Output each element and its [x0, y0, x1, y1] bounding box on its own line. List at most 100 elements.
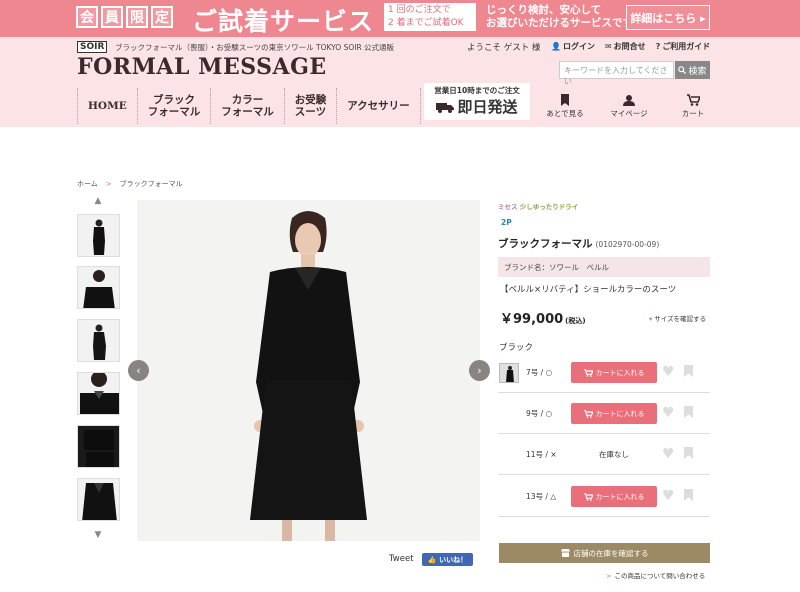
add-to-cart-button[interactable]: カートに入れる — [571, 486, 657, 507]
product-inquiry-label: この商品について問い合わせる — [614, 572, 706, 580]
mypage-label: マイページ — [610, 109, 648, 118]
user-icon: 👤 — [551, 42, 561, 51]
site-header: SOIR ブラックフォーマル（喪服）・お受験スーツの東京ソワール TOKYO S… — [0, 37, 800, 127]
nav-accessory[interactable]: アクセサリー — [336, 88, 421, 124]
bookmark-icon[interactable] — [684, 365, 693, 377]
thumbnail[interactable] — [77, 319, 120, 362]
add-to-cart-button[interactable]: カートに入れる — [571, 403, 657, 424]
shipping-main-text: 即日発送 — [457, 98, 518, 116]
site-title[interactable]: FORMAL MESSAGE — [77, 54, 327, 80]
product-inquiry-link[interactable]: > この商品について問い合わせる — [606, 570, 705, 580]
product-name: ブラックフォーマル (0102970-00-09) — [498, 236, 659, 251]
size-row: 9号 / ○ カートに入れる ♥ — [498, 393, 710, 434]
tweet-button[interactable]: Tweet — [389, 554, 414, 564]
mypage-link[interactable]: マイページ — [604, 94, 654, 119]
size-row: 13号 / △ カートに入れる ♥ — [498, 476, 710, 517]
product-code: (0102970-00-09) — [595, 240, 660, 249]
banner-title: ご試着サービス — [192, 7, 375, 36]
product-thumbnail-side — [93, 324, 106, 360]
breadcrumb-home[interactable]: ホーム — [77, 180, 98, 188]
banner-note-line2: 2 着までご試着OK — [388, 18, 464, 28]
breadcrumb: ホーム > ブラックフォーマル — [77, 179, 183, 189]
main-product-image[interactable] — [137, 200, 480, 541]
shipping-main: 即日発送 — [424, 96, 530, 117]
thumbnail[interactable] — [77, 478, 120, 521]
color-swatch[interactable] — [499, 363, 519, 383]
facebook-like-button[interactable]: 👍 いいね！ — [422, 553, 473, 566]
nav-label: カラー — [231, 94, 264, 106]
product-thumbnail-upper — [83, 270, 115, 308]
login-link[interactable]: 👤 ログイン — [551, 41, 595, 52]
cart-icon — [583, 368, 593, 377]
guide-link[interactable]: ? ご利用ガイド — [656, 41, 711, 52]
product-thumbnail-jacket — [82, 483, 117, 520]
search-icon — [678, 66, 687, 74]
price-value: ￥99,000 — [500, 312, 564, 327]
header-links: 👤 ログイン ✉ お問合せ ? ご利用ガイド — [551, 41, 710, 52]
size-stock: 11号 / × — [526, 450, 557, 459]
tag-2p: 2P — [501, 218, 512, 227]
cart-icon — [583, 409, 593, 418]
nav-label: ブラック — [152, 94, 195, 106]
favorite-heart-icon[interactable]: ♥ — [662, 488, 675, 504]
chevron-right-icon: > — [606, 572, 612, 580]
bookmark-icon[interactable] — [684, 489, 693, 501]
size-stock: 9号 / ○ — [526, 409, 553, 418]
swatch-image — [506, 366, 514, 382]
breadcrumb-current[interactable]: ブラックフォーマル — [120, 180, 183, 188]
add-to-cart-label: カートに入れる — [595, 368, 645, 377]
bookmark-icon[interactable] — [684, 447, 693, 459]
nav-label: アクセサリー — [347, 100, 410, 112]
banner-msg-line1: じっくり検討、安心して — [486, 4, 602, 16]
cart-icon — [686, 94, 701, 106]
contact-link[interactable]: ✉ お問合せ — [605, 41, 646, 52]
favorite-heart-icon[interactable]: ♥ — [662, 405, 675, 421]
size-check-link[interactable]: ▾ サイズを確認する — [649, 313, 706, 323]
product-thumbnail-full — [93, 219, 105, 255]
thumbnail-up-arrow[interactable]: ▲ — [91, 196, 105, 206]
thumbnail[interactable] — [77, 214, 120, 257]
tax-label: (税込) — [565, 317, 586, 325]
prev-image-button[interactable]: ‹ — [128, 360, 149, 381]
banner-msg-line2: お選びいただけるサービスです — [486, 17, 633, 29]
thumbnail[interactable] — [77, 372, 120, 415]
product-name-text: ブラックフォーマル — [498, 238, 593, 250]
nav-color-formal[interactable]: カラー フォーマル — [210, 88, 284, 124]
size-row: 11号 / × 在庫なし ♥ — [498, 434, 710, 475]
mail-icon: ✉ — [604, 42, 612, 51]
product-subtitle: 【ベルル×リバティ】ショールカラーのスーツ — [500, 285, 677, 295]
nav-home[interactable]: HOME — [77, 88, 137, 124]
cart-icon — [583, 492, 593, 501]
thumbnail-down-arrow[interactable]: ▼ — [91, 530, 105, 540]
search-input[interactable]: キーワードを入力してください — [559, 61, 674, 86]
watch-later-link[interactable]: あとで見る — [540, 94, 590, 119]
search-button-label: 検索 — [688, 66, 707, 77]
size-check-label: サイズを確認する — [654, 315, 707, 323]
nav-black-formal[interactable]: ブラック フォーマル — [136, 88, 211, 124]
badge-char: 定 — [151, 6, 173, 28]
soir-logo[interactable]: SOIR — [77, 41, 108, 53]
thumbnail[interactable] — [77, 425, 120, 468]
favorite-heart-icon[interactable]: ♥ — [662, 446, 675, 462]
badge-char: 会 — [76, 6, 98, 28]
breadcrumb-separator: > — [105, 180, 112, 188]
cart-label: カート — [681, 109, 705, 118]
add-to-cart-button[interactable]: カートに入れる — [571, 362, 657, 383]
banner-detail-button[interactable]: 詳細はこちら ▸ — [626, 5, 710, 30]
same-day-shipping-badge[interactable]: 営業日10時までのご注文 即日発送 — [424, 83, 530, 120]
next-image-button[interactable]: › — [469, 360, 490, 381]
product-price: ￥99,000 (税込) — [500, 308, 586, 327]
cart-link[interactable]: カート — [668, 94, 718, 119]
thumbnail[interactable] — [77, 266, 120, 309]
check-store-stock-button[interactable]: 店舗の在庫を確認する — [499, 543, 710, 563]
search-button[interactable]: 検索 — [675, 61, 710, 79]
promo-banner[interactable]: 会 員 限 定 ご試着サービス 1 回のご注文で 2 着までご試着OK じっくり… — [0, 0, 800, 37]
size-row: 7号 / ○ カートに入れる ♥ — [498, 352, 710, 393]
nav-exam-suit[interactable]: お受験 スーツ — [283, 88, 337, 124]
welcome-text: ようこそ ゲスト 様 — [467, 43, 541, 53]
nav-label: スーツ — [294, 106, 327, 118]
favorite-heart-icon[interactable]: ♥ — [662, 364, 675, 380]
banner-note: 1 回のご注文で 2 着までご試着OK — [384, 3, 476, 31]
bookmark-icon[interactable] — [684, 406, 693, 418]
shipping-note: 営業日10時までのご注文 — [434, 86, 520, 95]
